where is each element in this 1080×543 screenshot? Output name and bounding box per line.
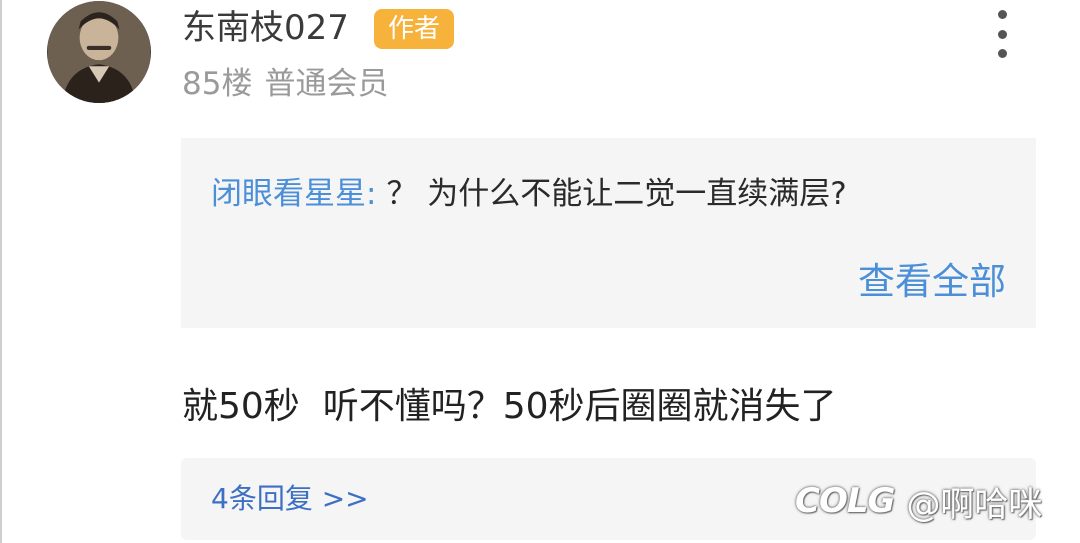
more-vertical-icon-dot <box>997 49 1007 58</box>
member-level: 普通会员 <box>264 66 389 102</box>
colg-logo: COLG <box>795 481 895 521</box>
more-options-button[interactable] <box>988 10 1016 58</box>
username[interactable]: 东南枝027 <box>182 8 349 48</box>
left-border <box>0 0 2 543</box>
quote-author[interactable]: 闭眼看星星: <box>211 176 376 212</box>
floor-number: 85楼 <box>182 66 253 102</box>
quote-text: ？ 为什么不能让二觉一直续满层? <box>386 176 847 212</box>
portrait-image <box>48 1 150 103</box>
quote-line: 闭眼看星星: ？ 为什么不能让二觉一直续满层? <box>211 174 847 214</box>
avatar[interactable] <box>47 1 151 103</box>
post-meta: 85楼 普通会员 <box>182 64 388 104</box>
watermark-handle: @啊哈咪 <box>906 484 1043 525</box>
author-badge: 作者 <box>374 9 454 49</box>
watermark: COLG @啊哈咪 <box>795 476 1042 526</box>
more-vertical-icon <box>997 10 1007 19</box>
reply-content: 就50秒 听不懂吗？50秒后圈圈就消失了 <box>182 386 837 427</box>
replies-link[interactable]: 4条回复 >> <box>211 479 369 519</box>
more-vertical-icon-dot <box>997 29 1007 39</box>
quoted-comment[interactable]: 闭眼看星星: ？ 为什么不能让二觉一直续满层? 查看全部 <box>181 138 1036 328</box>
view-all-link[interactable]: 查看全部 <box>858 260 1006 304</box>
